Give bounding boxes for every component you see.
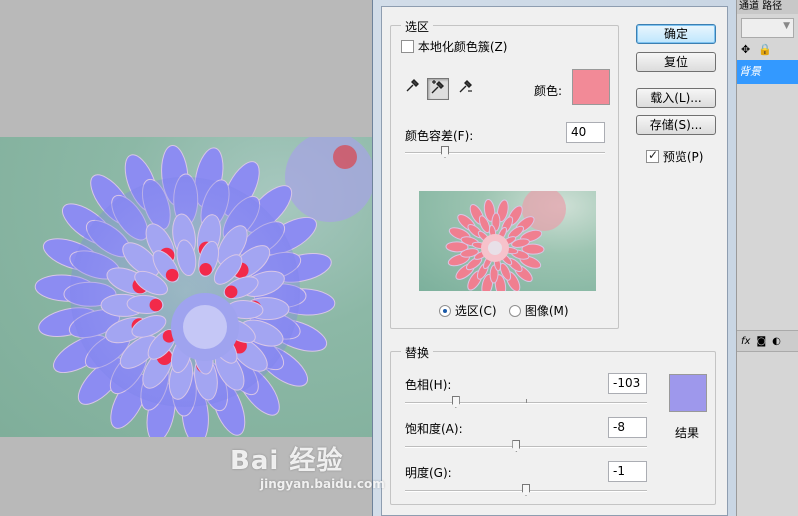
baidu-watermark: Bai 经验 jingyan.baidu.com [230, 440, 385, 491]
eyedropper-icon[interactable] [401, 78, 423, 100]
adjustment-icon[interactable]: ◐ [772, 336, 781, 347]
mode-image-label: 图像(M) [524, 304, 569, 318]
watermark-brand: Bai 经验 [230, 446, 344, 476]
save-button[interactable]: 存储(S)... [636, 115, 716, 135]
tolerance-slider[interactable] [405, 146, 605, 158]
canvas-image[interactable] [0, 137, 372, 437]
mask-icon[interactable]: ◙ [756, 336, 766, 347]
tolerance-input[interactable]: 40 [566, 122, 605, 143]
mode-selection-option[interactable]: 选区(C) [439, 302, 497, 319]
preview-label: 预览(P) [662, 150, 704, 164]
flower-image [34, 137, 372, 437]
saturation-input[interactable]: -8 [608, 417, 647, 438]
chevron-down-icon: ▼ [783, 21, 790, 31]
selection-legend: 选区 [401, 18, 434, 35]
panel-bottom-toolbar: fx ◙ ◐ [737, 330, 798, 352]
result-color-swatch[interactable] [669, 374, 707, 412]
watermark-url: jingyan.baidu.com [260, 477, 385, 491]
lightness-label: 明度(G): [405, 466, 452, 480]
localized-clusters-checkbox[interactable] [401, 40, 414, 53]
lightness-input[interactable]: -1 [608, 461, 647, 482]
panel-tabs[interactable]: 通道 路径 [737, 0, 798, 14]
move-icon[interactable]: ✥ [741, 43, 750, 56]
reset-button[interactable]: 复位 [636, 52, 716, 72]
localized-clusters-label: 本地化颜色簇(Z) [417, 40, 508, 54]
eyedropper-minus-icon[interactable] [455, 78, 477, 100]
hue-input[interactable]: -103 [608, 373, 647, 394]
localized-clusters-option[interactable]: 本地化颜色簇(Z) [401, 38, 507, 55]
tolerance-slider-thumb[interactable] [441, 146, 449, 158]
fx-icon[interactable]: fx [741, 336, 750, 347]
mode-selection-label: 选区(C) [454, 304, 497, 318]
eyedropper-plus-icon[interactable] [427, 78, 449, 100]
result-label: 结果 [675, 426, 700, 440]
replacement-group: 替换 色相(H): -103 饱和度(A): -8 明度(G): -1 结果 [390, 344, 716, 505]
canvas-background-top [0, 0, 372, 137]
ok-button[interactable]: 确定 [636, 24, 716, 44]
saturation-slider-thumb[interactable] [512, 440, 521, 452]
preview-checkbox[interactable] [646, 148, 659, 163]
lock-icons-row: ✥ 🔒 [737, 38, 798, 60]
mode-image-radio[interactable] [509, 304, 521, 317]
color-label: 颜色: [534, 84, 563, 98]
dialog-body: 选区 本地化颜色簇(Z) 颜色: 颜色容差(F): 40 选区(C) 图像(M)… [381, 6, 728, 516]
saturation-slider[interactable] [405, 440, 647, 452]
load-button[interactable]: 载入(L)... [636, 88, 716, 108]
mode-image-option[interactable]: 图像(M) [509, 302, 569, 319]
lightness-slider[interactable] [405, 484, 647, 496]
mode-selection-radio[interactable] [439, 304, 451, 317]
replacement-legend: 替换 [401, 344, 434, 361]
selection-color-swatch[interactable] [572, 69, 610, 105]
hue-label: 色相(H): [405, 378, 452, 392]
blend-mode-select[interactable]: ▼ [741, 18, 794, 38]
lock-icon[interactable]: 🔒 [758, 43, 772, 56]
lightness-slider-thumb[interactable] [522, 484, 530, 496]
selection-preview-image [419, 191, 596, 291]
layers-panel: 通道 路径 ▼ ✥ 🔒 背景 fx ◙ ◐ [736, 0, 798, 516]
hue-slider[interactable] [405, 396, 647, 408]
tolerance-label: 颜色容差(F): [405, 129, 474, 143]
saturation-label: 饱和度(A): [405, 422, 463, 436]
selection-group: 选区 本地化颜色簇(Z) 颜色: 颜色容差(F): 40 选区(C) 图像(M) [390, 18, 619, 329]
replace-color-dialog: 选区 本地化颜色簇(Z) 颜色: 颜色容差(F): 40 选区(C) 图像(M)… [372, 0, 736, 516]
layer-row-background[interactable]: 背景 [737, 60, 798, 84]
hue-slider-thumb[interactable] [451, 396, 460, 408]
preview-option[interactable]: 预览(P) [646, 148, 703, 165]
